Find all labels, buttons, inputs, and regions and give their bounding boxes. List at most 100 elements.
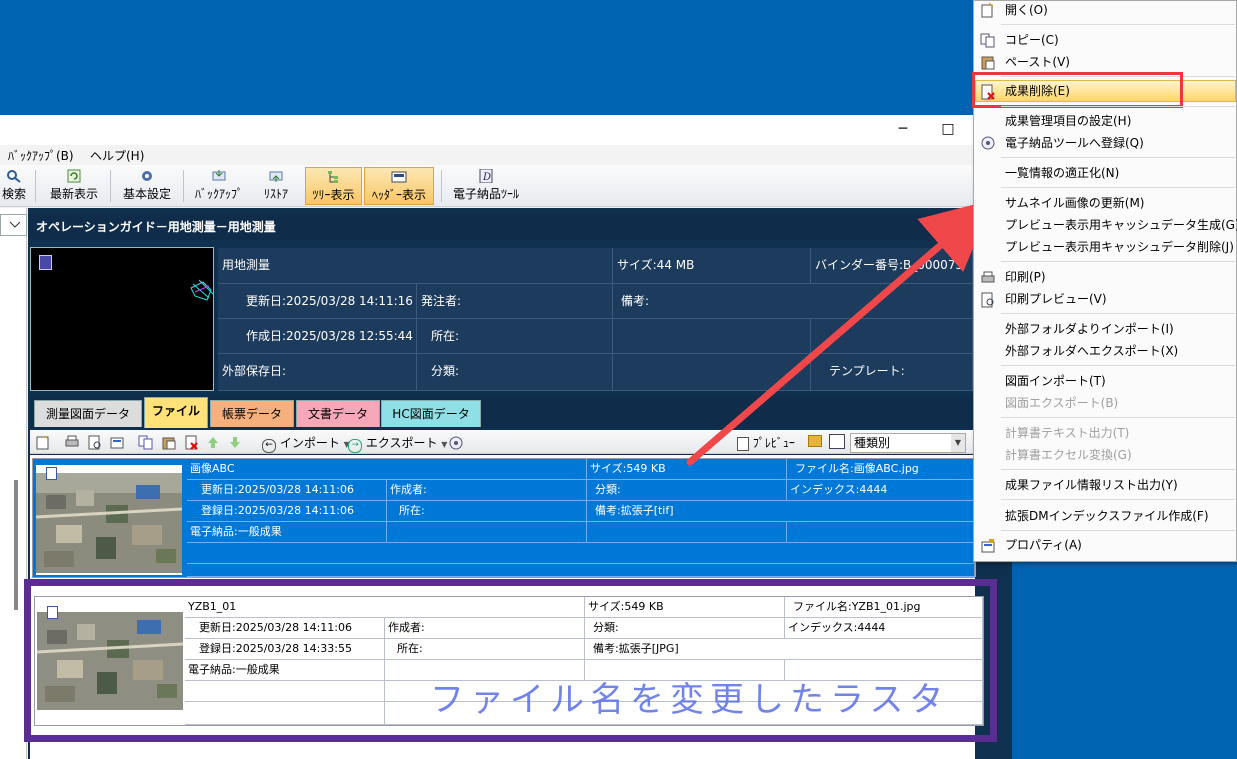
toolbar-restore-button[interactable]: ﾘｽﾄｱ <box>254 167 298 205</box>
toolbar-refresh-label: 最新表示 <box>49 187 98 201</box>
annotation-text: ファイル名を変更したラスタ <box>430 680 950 720</box>
menu-drawing-import[interactable]: 図面インポート(T) <box>1005 371 1106 391</box>
move-up-icon[interactable] <box>207 436 219 449</box>
menu-import-external-folder[interactable]: 外部フォルダよりインポート(I) <box>1005 319 1174 339</box>
menu-separator <box>1001 24 1235 25</box>
menu-separator <box>1001 157 1235 158</box>
menu-create-dm-index[interactable]: 拡張DMインデックスファイル作成(F) <box>1005 506 1209 526</box>
print-preview-icon <box>981 292 994 308</box>
file-location: 所在: <box>387 501 587 522</box>
tab-hc-drawing[interactable]: HC図面データ <box>381 400 481 427</box>
binder-category: 分類: <box>417 354 613 391</box>
file-note: 備考:拡張子[tif] <box>587 501 976 522</box>
tree-scrollbar[interactable] <box>14 480 18 610</box>
menu-register-delivery-tool[interactable]: 電子納品ツールへ登録(Q) <box>1005 133 1144 153</box>
menu-calc-excel-convert: 計算書エクセル変換(G) <box>1005 448 1132 462</box>
toolbar-delivery-tool-button[interactable]: D 電子納品ﾂｰﾙ <box>450 167 522 205</box>
toolbar-separator <box>35 170 36 202</box>
menu-print[interactable]: 印刷(P) <box>1005 267 1046 287</box>
toolbar-delivery-tool-label: 電子納品ﾂｰﾙ <box>452 187 519 201</box>
menu-export-external-folder[interactable]: 外部フォルダへエクスポート(X) <box>1005 341 1178 361</box>
tab-file[interactable]: ファイル <box>144 397 208 428</box>
toolbar-separator <box>110 170 111 202</box>
toolbar-backup-button[interactable]: ﾊﾞｯｸｱｯﾌﾟ <box>192 167 246 205</box>
open-icon <box>981 2 994 18</box>
menu-open[interactable]: 開く(O) <box>1005 0 1048 20</box>
binder-updated: 更新日:2025/03/28 14:11:16 <box>218 284 417 319</box>
file-registered: 登録日:2025/03/28 14:11:06 <box>187 501 387 522</box>
file-category: 分類: <box>587 480 787 501</box>
tab-document-data[interactable]: 文書データ <box>296 400 380 427</box>
menu-result-file-list-output[interactable]: 成果ファイル情報リスト出力(Y) <box>1005 475 1178 495</box>
empty-cell <box>587 522 787 543</box>
copy-icon <box>980 33 995 48</box>
toolbar-settings-label: 基本設定 <box>122 187 171 201</box>
file-index: インデックス:4444 <box>787 480 976 501</box>
menu-separator <box>1001 365 1235 366</box>
menu-update-thumbnail[interactable]: サムネイル画像の更新(M) <box>1005 193 1144 213</box>
file-record-selected[interactable]: 画像ABC サイズ:549 KB ファイル名:画像ABC.jpg 更新日:202… <box>32 458 976 578</box>
paste-icon[interactable] <box>161 435 177 450</box>
search-icon <box>7 170 21 183</box>
delete-icon[interactable] <box>184 435 200 450</box>
menu-normalize-list[interactable]: 一覧情報の適正化(N) <box>1005 163 1119 183</box>
file-thumbnail <box>35 465 183 575</box>
toolbar-backup-label: ﾊﾞｯｸｱｯﾌﾟ <box>194 187 243 201</box>
tree-dropdown[interactable] <box>0 214 27 236</box>
menu-generate-preview-cache[interactable]: プレビュー表示用キャッシュデータ生成(G) <box>1005 215 1237 235</box>
header-icon <box>391 171 407 183</box>
menu-help[interactable]: ヘルプ(H) <box>90 147 144 164</box>
export-dropdown-icon: ▼ <box>441 440 448 449</box>
tab-form-data[interactable]: 帳票データ <box>210 400 294 427</box>
minimize-button[interactable]: ─ <box>883 115 923 145</box>
file-delivery: 電子納品:一般成果 <box>187 522 387 543</box>
toolbar-refresh-button[interactable]: 最新表示 <box>45 167 103 205</box>
binder-name: 用地測量 <box>218 248 613 284</box>
move-down-icon[interactable] <box>229 436 241 449</box>
print-icon[interactable] <box>64 435 80 450</box>
menu-copy[interactable]: コピー(C) <box>1005 30 1059 50</box>
backup-icon <box>212 170 226 181</box>
toolbar-header-button[interactable]: ﾍｯﾀﾞｰ表示 <box>364 167 434 205</box>
toolbar-tree-button[interactable]: ﾂﾘｰ表示 <box>305 167 362 205</box>
drawing-preview <box>190 279 214 301</box>
file-updated: 更新日:2025/03/28 14:11:06 <box>187 480 387 501</box>
chevron-down-icon <box>9 221 21 228</box>
menu-management-settings[interactable]: 成果管理項目の設定(H) <box>1005 111 1131 131</box>
disc-icon <box>981 136 995 150</box>
properties-icon <box>981 539 995 553</box>
menu-print-preview[interactable]: 印刷プレビュー(V) <box>1005 289 1107 309</box>
binder-location: 所在: <box>417 319 613 354</box>
menu-properties[interactable]: プロパティ(A) <box>1005 535 1082 555</box>
annotation-arrow <box>686 200 980 466</box>
import-button[interactable]: ← インポート ▼ <box>262 434 350 453</box>
menu-separator <box>1001 469 1235 470</box>
title-bar <box>0 115 1012 145</box>
menu-separator <box>1001 530 1235 531</box>
toolbar-settings-button[interactable]: 基本設定 <box>118 167 176 205</box>
print-preview-icon[interactable] <box>87 435 103 450</box>
menu-separator <box>1001 417 1235 418</box>
paste-icon <box>981 56 995 70</box>
menu-paste[interactable]: ペースト(V) <box>1005 52 1070 72</box>
aerial-photo-image <box>35 473 183 573</box>
toolbar-search-button[interactable]: 検索 <box>0 167 28 205</box>
menu-separator <box>1001 261 1235 262</box>
binder-thumbnail <box>30 247 214 391</box>
menu-backup[interactable]: ﾊﾞｯｸｱｯﾌﾟ(B) <box>8 147 74 164</box>
new-file-icon[interactable] <box>36 435 50 450</box>
toolbar-restore-label: ﾘｽﾄｱ <box>263 187 288 201</box>
toolbar-search-label: 検索 <box>1 187 26 201</box>
export-button[interactable]: → エクスポート ▼ <box>348 434 447 453</box>
properties-icon[interactable] <box>109 435 125 450</box>
d-tool-icon: D <box>479 169 493 183</box>
disc-icon[interactable] <box>448 435 464 450</box>
binder-external-date: 外部保存日: <box>218 354 417 391</box>
menu-bar <box>0 145 1012 165</box>
tab-survey-drawing[interactable]: 測量図面データ <box>34 400 142 427</box>
gear-icon <box>142 171 152 181</box>
menu-calc-text-output: 計算書テキスト出力(T) <box>1005 426 1130 440</box>
menu-delete-preview-cache[interactable]: プレビュー表示用キャッシュデータ削除(J) <box>1005 237 1234 257</box>
maximize-button[interactable]: □ <box>928 115 968 145</box>
copy-icon[interactable] <box>138 435 154 450</box>
